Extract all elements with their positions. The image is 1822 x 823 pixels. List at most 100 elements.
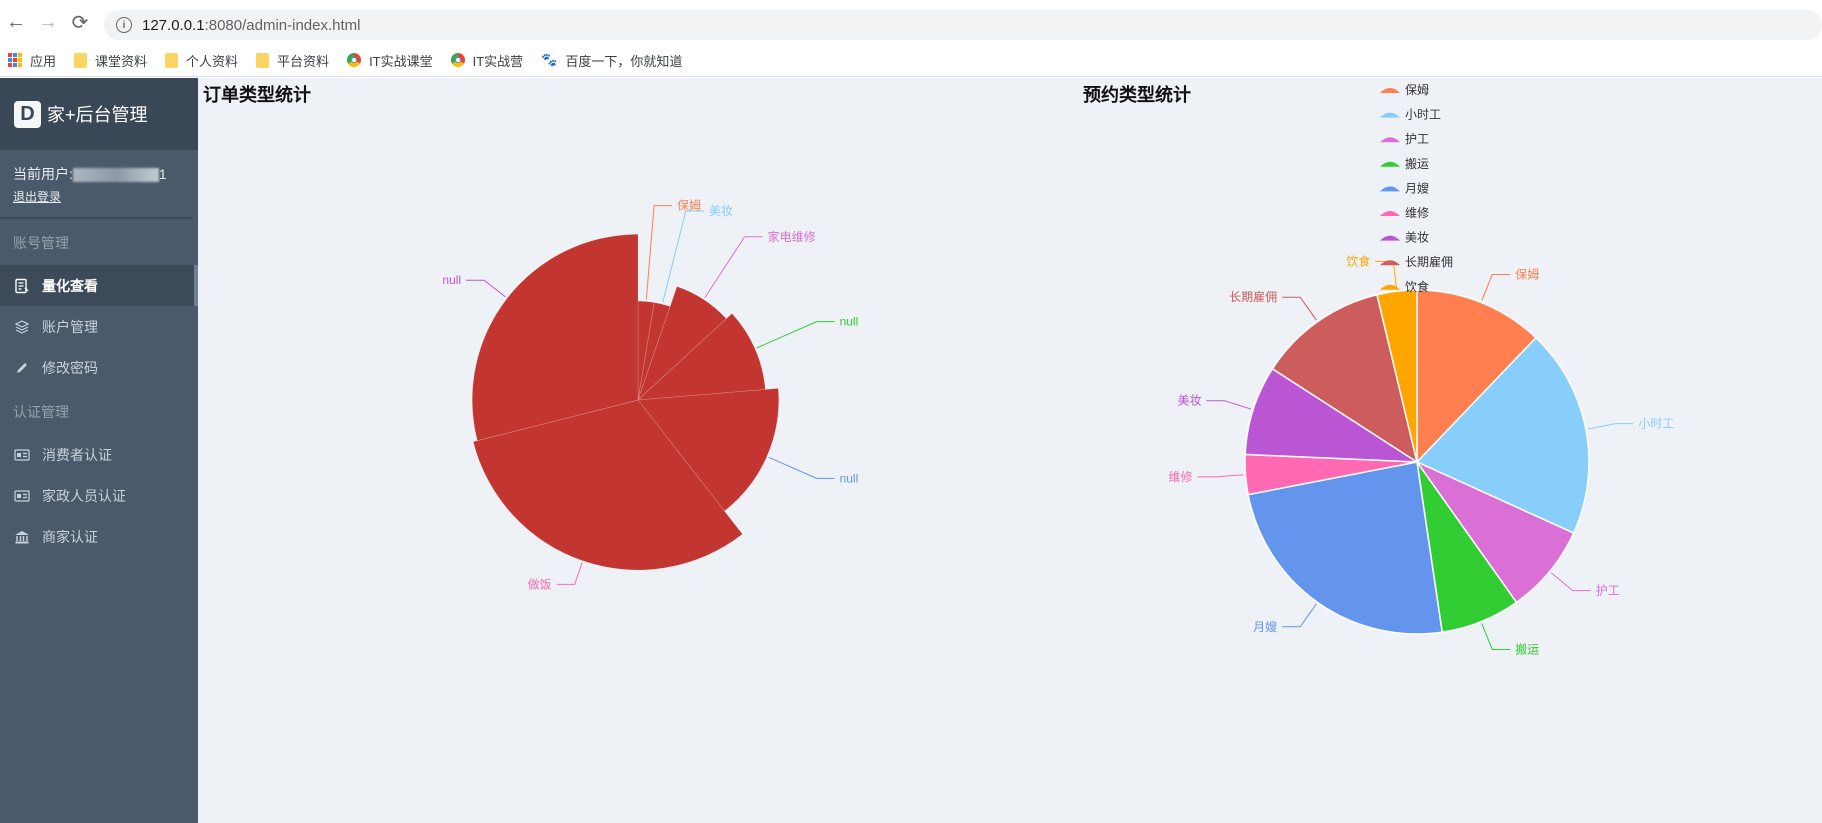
legend-swatch <box>1380 112 1400 118</box>
folder-icon <box>74 52 88 68</box>
slice-label: 护工 <box>1596 584 1620 598</box>
label-leader-line <box>1481 623 1511 650</box>
legend-label: 小时工 <box>1405 108 1441 122</box>
bank-icon <box>14 529 30 545</box>
label-leader-line <box>1282 603 1317 628</box>
label-leader-line <box>1550 572 1591 592</box>
slice-label: 美妆 <box>709 204 733 218</box>
label-leader-line <box>756 321 835 349</box>
slice-label: 搬运 <box>1515 641 1539 656</box>
label-leader-line <box>466 279 506 298</box>
legend-swatch <box>1380 211 1400 216</box>
label-leader-line <box>1375 260 1398 290</box>
slice-label: 小时工 <box>1638 417 1674 431</box>
sidebar-item-stats[interactable]: 量化查看 <box>0 265 198 306</box>
sidebar-item-housekeeper-auth[interactable]: 家政人员认证 <box>0 475 198 516</box>
baidu-paw-icon: 🐾 <box>541 52 558 67</box>
slice-label: 保姆 <box>1515 268 1539 282</box>
sidebar-item-label: 修改密码 <box>42 359 98 376</box>
slice-label: null <box>840 315 859 329</box>
label-leader-line <box>645 205 673 300</box>
legend-swatch <box>1380 137 1400 143</box>
current-user-label: 当前用户: <box>13 166 73 182</box>
label-leader-line <box>1206 400 1252 410</box>
sidebar-item-label: 商家认证 <box>42 528 98 545</box>
legend-label: 长期雇佣 <box>1405 254 1453 269</box>
id-card-icon <box>14 447 30 463</box>
sidebar-item-consumer-auth[interactable]: 消费者认证 <box>0 434 198 475</box>
legend-label: 搬运 <box>1405 156 1429 171</box>
address-bar[interactable]: i 127.0.0.1:8080/admin-index.html <box>104 10 1822 40</box>
brand-header: D 家+后台管理 <box>0 78 198 150</box>
sidebar-item-password[interactable]: 修改密码 <box>0 347 198 388</box>
bookmark-it-camp[interactable]: IT实战营 <box>450 51 524 70</box>
bookmark-personal[interactable]: 个人资料 <box>165 51 238 70</box>
bookmark-label: 百度一下，你就知道 <box>565 53 683 69</box>
slice-label: null <box>442 273 461 287</box>
sidebar-item-accounts[interactable]: 账户管理 <box>0 306 198 347</box>
apps-grid-icon <box>8 53 22 67</box>
pencil-icon <box>14 360 30 376</box>
slice-label: null <box>840 471 859 485</box>
reload-icon[interactable]: ⟳ <box>64 6 96 38</box>
redacted-username <box>72 168 159 183</box>
section-auth: 认证管理 <box>13 404 69 420</box>
id-card-icon <box>14 488 30 504</box>
legend-label: 饮食 <box>1405 279 1429 294</box>
label-leader-line <box>768 456 835 479</box>
slice-label: 月嫂 <box>1253 620 1277 634</box>
bookmark-apps[interactable]: 应用 <box>8 51 56 70</box>
bookmark-label: 应用 <box>30 53 57 69</box>
folder-icon <box>165 52 179 68</box>
report-icon <box>14 278 30 294</box>
main-content: 订单类型统计 预约类型统计 保姆 美妆 家电维修 null null 做饭 null 保姆小… <box>198 78 1822 823</box>
bookmark-it-classroom[interactable]: IT实战课堂 <box>347 51 433 70</box>
sidebar-item-label: 家政人员认证 <box>42 487 126 504</box>
forward-arrow-icon[interactable]: → <box>32 6 64 38</box>
section-account: 账号管理 <box>13 235 69 251</box>
bookmark-label: 课堂资料 <box>95 53 148 69</box>
bookmark-label: IT实战课堂 <box>369 53 433 69</box>
url-host: 127.0.0.1 <box>142 16 205 34</box>
bookmark-label: 个人资料 <box>186 53 239 69</box>
legend-swatch <box>1380 235 1400 241</box>
legend-swatch <box>1380 186 1400 192</box>
sidebar-item-label: 消费者认证 <box>42 446 112 463</box>
bookmarks-bar: 应用 课堂资料 个人资料 平台资料 IT实战课堂 IT实战营 🐾 百度一下，你就… <box>0 44 1822 77</box>
user-info: 当前用户: 1 退出登录 <box>0 150 193 219</box>
label-leader-line <box>1587 423 1634 430</box>
bookmark-platform[interactable]: 平台资料 <box>256 51 329 70</box>
back-arrow-icon[interactable]: ← <box>0 6 32 38</box>
current-user: 当前用户: 1 <box>13 164 180 184</box>
url-text: 127.0.0.1:8080/admin-index.html <box>142 17 360 34</box>
legend-swatch <box>1380 88 1400 93</box>
bookmark-baidu[interactable]: 🐾 百度一下，你就知道 <box>541 51 682 70</box>
legend-swatch <box>1380 161 1400 167</box>
bookmark-label: IT实战营 <box>472 53 524 69</box>
slice-label: 维修 <box>1169 469 1193 484</box>
slice-label: 家电维修 <box>768 229 816 244</box>
legend-label: 保姆 <box>1405 83 1429 97</box>
slice-label: 饮食 <box>1346 253 1370 268</box>
label-leader-line <box>1481 274 1511 301</box>
bookmark-label: 平台资料 <box>277 53 330 69</box>
sidebar-item-merchant-auth[interactable]: 商家认证 <box>0 516 198 557</box>
label-leader-line <box>556 562 583 585</box>
legend-label: 月嫂 <box>1405 181 1429 195</box>
site-info-icon[interactable]: i <box>116 17 132 33</box>
browser-toolbar: ← → ⟳ i 127.0.0.1:8080/admin-index.html <box>0 0 1822 44</box>
logout-link[interactable]: 退出登录 <box>13 188 180 205</box>
bookmark-classroom[interactable]: 课堂资料 <box>74 51 147 70</box>
url-path: :8080/admin-index.html <box>204 16 361 34</box>
sidebar: D 家+后台管理 当前用户: 1 退出登录 账号管理 量化查看 账户管理 修改密码… <box>0 78 198 823</box>
legend-label: 护工 <box>1405 132 1429 146</box>
order-type-rose-chart: 保姆 美妆家电维修nullnull做饭null <box>442 199 859 592</box>
legend-swatch <box>1380 284 1400 290</box>
current-user-tail: 1 <box>158 166 167 182</box>
brand-logo: D <box>14 100 41 128</box>
slice-label: 做饭 <box>528 576 552 591</box>
legend-label: 维修 <box>1405 205 1429 220</box>
sidebar-item-label: 量化查看 <box>42 277 98 294</box>
appointment-type-pie-chart: 保姆小时工护工搬运月嫂维修美妆长期雇佣饮食保姆小时工护工搬运月嫂维修美妆长期雇佣… <box>1169 83 1675 656</box>
sidebar-item-label: 账户管理 <box>42 318 98 335</box>
